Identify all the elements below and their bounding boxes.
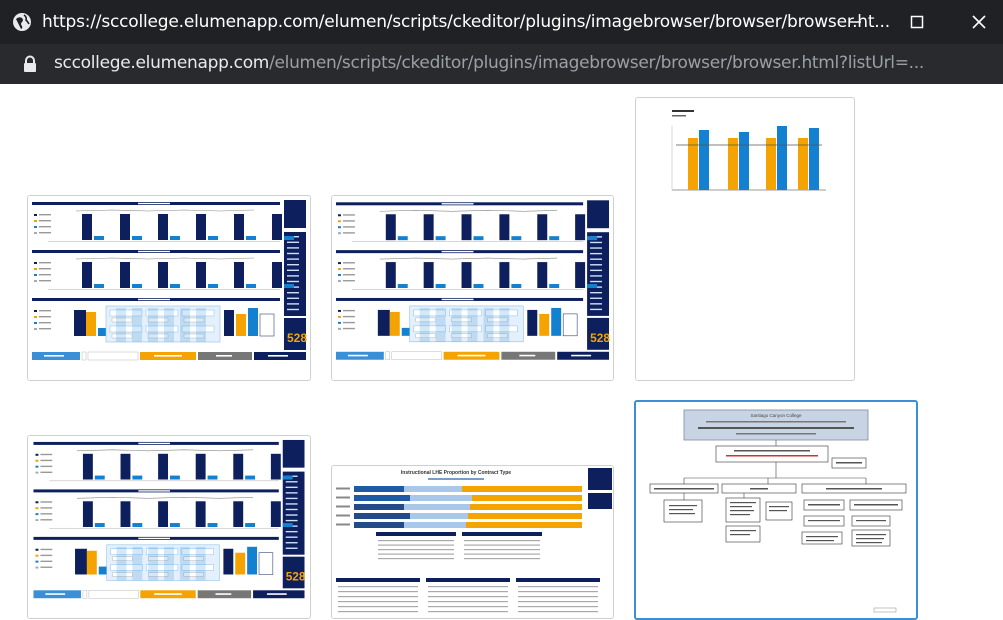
bar-chart-thumbnail-image — [671, 110, 826, 191]
image-thumbnail[interactable]: 528 — [27, 195, 311, 381]
image-thumbnail[interactable] — [635, 97, 855, 381]
maximize-button[interactable] — [894, 4, 940, 40]
dashboard-thumbnail-image: 528 — [33, 439, 306, 599]
org-chart-heading: Santiago Canyon College — [750, 413, 802, 418]
globe-icon — [13, 13, 31, 31]
image-thumbnail[interactable]: 528 — [27, 435, 311, 619]
image-thumbnail-selected[interactable]: Santiago Canyon College — [634, 400, 918, 620]
thumbnail-badge: 528 — [287, 331, 307, 345]
minimize-button[interactable] — [832, 4, 878, 40]
image-thumbnail[interactable]: 528 — [331, 195, 614, 381]
address-bar[interactable]: sccollege.elumenapp.com/elumen/scripts/c… — [0, 44, 1003, 84]
report-heading: Instructional LHE Proportion by Contract… — [401, 470, 511, 476]
window-title: https://sccollege.elumenapp.com/elumen/s… — [42, 12, 890, 32]
dashboard-thumbnail-image: 528 — [335, 200, 610, 360]
dashboard-thumbnail-image: 528 — [32, 200, 307, 361]
image-browser-grid: 528 528 528 Instructional LHE Proportion… — [0, 84, 1003, 620]
close-button[interactable] — [956, 4, 1002, 40]
maximize-icon — [910, 15, 924, 29]
org-chart-thumbnail-image: Santiago Canyon College — [649, 409, 907, 613]
url-path: /elumen/scripts/ckeditor/plugins/imagebr… — [269, 53, 924, 73]
proportion-report-thumbnail-image: Instructional LHE Proportion by Contract… — [336, 468, 612, 613]
image-thumbnail[interactable]: Instructional LHE Proportion by Contract… — [331, 465, 614, 619]
close-icon — [972, 15, 986, 29]
window-title-bar: https://sccollege.elumenapp.com/elumen/s… — [0, 0, 1003, 44]
url-text[interactable]: sccollege.elumenapp.com/elumen/scripts/c… — [54, 53, 924, 73]
minimize-icon — [849, 21, 861, 23]
url-host: sccollege.elumenapp.com — [54, 53, 270, 73]
lock-icon — [24, 55, 36, 72]
thumbnail-badge: 528 — [286, 569, 306, 583]
thumbnail-badge: 528 — [590, 331, 610, 345]
